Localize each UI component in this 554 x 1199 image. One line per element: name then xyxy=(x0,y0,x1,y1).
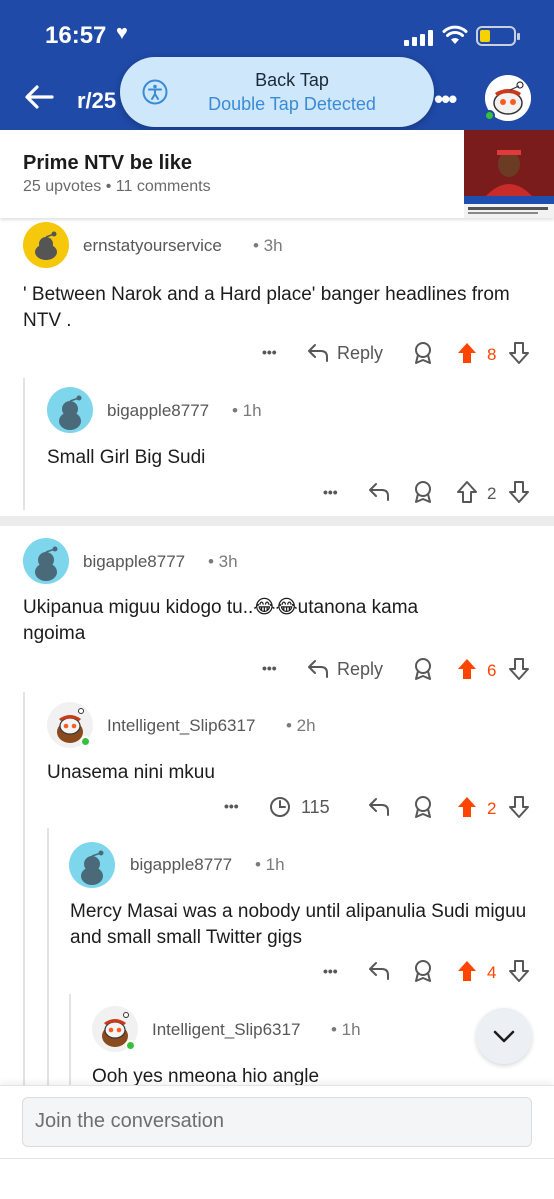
vote-count: 6 xyxy=(487,661,497,680)
comment-time: • 1h xyxy=(232,401,262,420)
comment-username[interactable]: Intelligent_Slip6317 xyxy=(107,716,255,736)
award-icon[interactable] xyxy=(412,657,434,681)
more-dots-icon[interactable]: ••• xyxy=(323,484,338,500)
comment-time: • 1h xyxy=(331,1020,361,1039)
online-indicator xyxy=(80,736,91,747)
comment-separator xyxy=(0,516,554,526)
view-count: 115 xyxy=(301,797,330,817)
upvote-arrow-icon[interactable] xyxy=(456,795,478,819)
award-icon[interactable] xyxy=(412,795,434,819)
upvote-arrow-icon[interactable] xyxy=(456,959,478,983)
downvote-arrow-icon[interactable] xyxy=(508,959,530,983)
signal-icon xyxy=(404,30,433,46)
upvote-arrow-icon[interactable] xyxy=(456,341,478,365)
comment-text: Small Girl Big Sudi xyxy=(47,447,206,468)
reply-button[interactable]: Reply xyxy=(337,659,383,680)
reply-arrow-icon[interactable] xyxy=(367,481,391,503)
back-arrow-icon[interactable] xyxy=(22,80,56,114)
more-dots-icon[interactable]: ••• xyxy=(262,660,277,676)
more-dots-icon[interactable]: ••• xyxy=(224,798,239,814)
composer-bar: Join the conversation xyxy=(0,1085,554,1199)
comment-text: Mercy Masai was a nobody until alipanuli… xyxy=(70,901,527,948)
thread-line xyxy=(23,692,25,1085)
downvote-arrow-icon[interactable] xyxy=(508,480,530,504)
vote-count: 4 xyxy=(487,963,497,982)
reply-button[interactable]: Reply xyxy=(337,343,383,364)
join-conversation-input[interactable]: Join the conversation xyxy=(22,1097,532,1147)
status-time: 16:57 xyxy=(45,22,107,49)
comment-time: • 3h xyxy=(253,236,283,255)
award-icon[interactable] xyxy=(412,480,434,504)
vote-count: 2 xyxy=(487,484,497,503)
comment-text: Ukipanua miguu kidogo tu..😂😂utanona kama… xyxy=(23,595,523,647)
more-dots-icon[interactable]: ••• xyxy=(323,963,338,979)
avatar[interactable] xyxy=(23,222,69,268)
comment-username[interactable]: ernstatyourservice xyxy=(83,236,222,256)
comment-time: • 1h xyxy=(255,855,285,874)
reply-arrow-icon[interactable] xyxy=(367,796,391,818)
reply-arrow-icon[interactable] xyxy=(367,960,391,982)
award-icon[interactable] xyxy=(412,959,434,983)
subreddit-name[interactable]: r/25 xyxy=(77,88,116,114)
thread-line xyxy=(69,994,71,1085)
back-tap-subtitle: Double Tap Detected xyxy=(208,94,376,114)
reply-arrow-icon[interactable] xyxy=(306,658,330,680)
views-clock-icon xyxy=(270,797,290,817)
comment-username[interactable]: bigapple8777 xyxy=(130,855,232,875)
comment-text-part: Ukipanua miguu kidogo tu.. xyxy=(23,597,254,618)
downvote-arrow-icon[interactable] xyxy=(508,795,530,819)
downvote-arrow-icon[interactable] xyxy=(508,341,530,365)
back-tap-title: Back Tap xyxy=(255,70,329,90)
battery-icon xyxy=(476,26,520,46)
scroll-down-button[interactable] xyxy=(476,1008,532,1064)
award-icon[interactable] xyxy=(412,341,434,365)
avatar[interactable] xyxy=(69,842,115,888)
comment-text: ' Between Narok and a Hard place' banger… xyxy=(23,284,510,331)
bottom-divider xyxy=(0,1158,554,1159)
avatar[interactable] xyxy=(47,387,93,433)
online-indicator xyxy=(484,110,495,121)
post-meta: 25 upvotes • 11 comments xyxy=(23,178,211,195)
wifi-icon xyxy=(442,25,468,44)
downvote-arrow-icon[interactable] xyxy=(508,657,530,681)
comment-text-part: ngoima xyxy=(23,623,86,644)
chevron-down-icon xyxy=(493,1030,515,1043)
post-header[interactable]: Prime NTV be like 25 upvotes • 11 commen… xyxy=(0,130,554,218)
upvote-arrow-icon[interactable] xyxy=(456,657,478,681)
upvote-arrow-icon[interactable] xyxy=(456,480,478,504)
back-tap-notification: Back Tap Double Tap Detected xyxy=(120,57,434,127)
comment-username[interactable]: bigapple8777 xyxy=(83,552,185,572)
online-indicator xyxy=(125,1040,136,1051)
comment-time: • 3h xyxy=(208,552,238,571)
comment-username[interactable]: Intelligent_Slip6317 xyxy=(152,1020,300,1040)
more-dots-icon[interactable]: ••• xyxy=(434,84,457,115)
more-dots-icon[interactable]: ••• xyxy=(262,344,277,360)
post-title: Prime NTV be like xyxy=(23,152,192,174)
laughing-emoji: 😂😂 xyxy=(253,597,298,618)
heart-icon: ♥ xyxy=(116,22,128,44)
thread-line xyxy=(23,378,25,510)
avatar[interactable] xyxy=(23,538,69,584)
post-thumbnail[interactable] xyxy=(464,130,554,218)
comment-text: Unasema nini mkuu xyxy=(47,762,215,783)
comment-text-part: utanona kama xyxy=(297,597,419,618)
reply-arrow-icon[interactable] xyxy=(306,342,330,364)
vote-count: 8 xyxy=(487,345,497,364)
vote-count: 2 xyxy=(487,799,497,818)
thread-line xyxy=(47,828,49,1085)
comment-username[interactable]: bigapple8777 xyxy=(107,401,209,421)
comment-time: • 2h xyxy=(286,716,316,735)
